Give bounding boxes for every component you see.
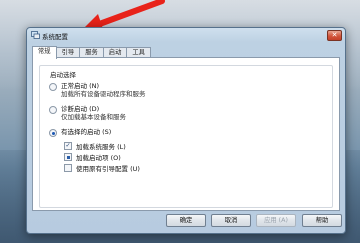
group-label: 启动选择: [48, 69, 78, 79]
normal-startup-radio[interactable]: [49, 83, 57, 91]
use-original-boot-config-option[interactable]: 使用原有引导配置 (U): [64, 163, 140, 173]
startup-selection-group: 启动选择 正常启动 (N) 加载所有设备驱动程序和服务 诊断启动 (D) 仅加载…: [39, 65, 333, 208]
load-startup-items-option[interactable]: 加载启动项 (O): [64, 152, 121, 162]
help-button[interactable]: 帮助: [302, 214, 342, 227]
normal-startup-desc: 加载所有设备驱动程序和服务: [61, 90, 146, 98]
use-original-boot-config-label: 使用原有引导配置 (U): [76, 165, 140, 173]
msconfig-icon: [31, 31, 40, 39]
diagnostic-startup-radio[interactable]: [49, 106, 57, 114]
general-panel: 启动选择 正常启动 (N) 加载所有设备驱动程序和服务 诊断启动 (D) 仅加载…: [32, 57, 340, 211]
diagnostic-startup-option[interactable]: 诊断启动 (D) 仅加载基本设备和服务: [49, 105, 126, 121]
load-startup-items-label: 加载启动项 (O): [76, 154, 121, 162]
load-system-services-checkbox[interactable]: ✓: [64, 142, 72, 150]
system-config-window: 系统配置 ✕ 常规 引导 服务 启动 工具 启动选择 正常启动 (N) 加载所有…: [26, 27, 346, 234]
selective-startup-label: 有选择的启动 (S): [61, 128, 112, 136]
load-system-services-label: 加载系统服务 (L): [76, 143, 126, 151]
close-icon: ✕: [331, 31, 338, 39]
normal-startup-label: 正常启动 (N): [61, 82, 100, 90]
close-button[interactable]: ✕: [327, 30, 342, 41]
cancel-button[interactable]: 取消: [211, 214, 251, 227]
selective-startup-option[interactable]: 有选择的启动 (S): [49, 128, 111, 137]
use-original-boot-config-checkbox[interactable]: [64, 164, 72, 172]
load-system-services-option[interactable]: ✓ 加载系统服务 (L): [64, 141, 126, 151]
diagnostic-startup-desc: 仅加载基本设备和服务: [61, 113, 126, 121]
dialog-buttons: 确定 取消 应用 (A) 帮助: [27, 214, 345, 227]
load-startup-items-checkbox[interactable]: [64, 153, 72, 161]
apply-button[interactable]: 应用 (A): [256, 214, 296, 227]
ok-button[interactable]: 确定: [166, 214, 206, 227]
window-title: 系统配置: [42, 33, 68, 41]
tab-general[interactable]: 常规: [32, 46, 57, 59]
normal-startup-option[interactable]: 正常启动 (N) 加载所有设备驱动程序和服务: [49, 82, 146, 98]
title-bar[interactable]: 系统配置 ✕: [27, 28, 345, 43]
diagnostic-startup-label: 诊断启动 (D): [61, 105, 100, 113]
selective-startup-radio[interactable]: [49, 129, 57, 137]
